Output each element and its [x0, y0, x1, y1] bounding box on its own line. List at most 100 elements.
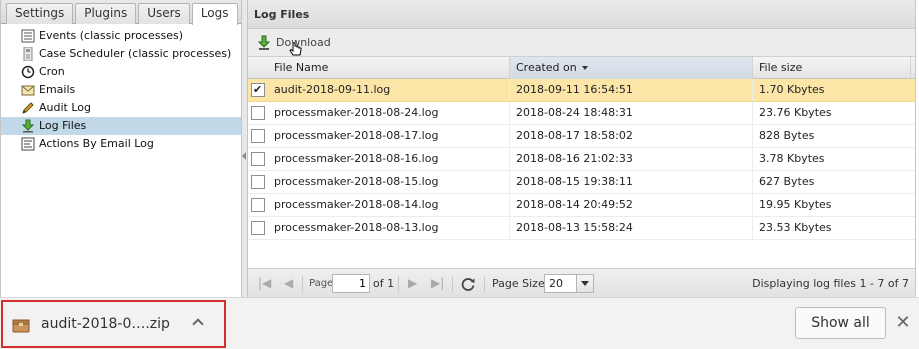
page-count-label: of 1: [373, 277, 395, 290]
row-checkbox[interactable]: [251, 106, 265, 120]
download-file-name: audit-2018-0….zip: [41, 316, 170, 332]
scheduler-icon: [23, 47, 33, 61]
created-on-cell: 2018-08-14 20:49:52: [510, 194, 753, 216]
grid-body: ✔ audit-2018-09-11.log 2018-09-11 16:54:…: [248, 79, 915, 240]
column-header-file-size[interactable]: File size: [753, 57, 911, 79]
close-icon[interactable]: ✕: [895, 311, 911, 335]
file-size-cell: 23.53 Kbytes: [759, 221, 832, 234]
created-on-cell: 2018-08-24 18:48:31: [510, 102, 753, 124]
tab-logs[interactable]: Logs: [191, 3, 238, 25]
file-size-cell: 19.95 Kbytes: [759, 198, 832, 211]
page-size-label: Page Size: [492, 277, 545, 290]
file-size-cell: 828 Bytes: [759, 129, 815, 142]
show-all-button[interactable]: Show all: [795, 307, 886, 339]
download-icon: [257, 35, 271, 50]
file-name-cell: processmaker-2018-08-15.log: [268, 171, 510, 193]
table-row[interactable]: processmaker-2018-08-14.log 2018-08-14 2…: [248, 194, 915, 217]
created-on-cell: 2018-08-15 19:38:11: [510, 171, 753, 193]
row-checkbox[interactable]: [251, 175, 265, 189]
download-shelf: audit-2018-0….zip Show all ✕: [0, 297, 919, 349]
tree-item-events[interactable]: Events (classic processes): [1, 27, 241, 45]
email-log-icon: [21, 137, 35, 151]
paging-toolbar: |◀ ◀ Page of 1 ▶ ▶| Page Size 20 Display…: [248, 268, 915, 297]
table-row[interactable]: processmaker-2018-08-17.log 2018-08-17 1…: [248, 125, 915, 148]
admin-tabbar: Settings Plugins Users Logs: [1, 0, 241, 25]
log-files-panel: Log Files Download File Name Created on …: [248, 0, 916, 297]
chevron-up-icon[interactable]: [192, 318, 204, 330]
created-on-cell: 2018-08-16 21:02:33: [510, 148, 753, 170]
refresh-icon[interactable]: [460, 276, 476, 292]
page-size-select[interactable]: 20: [544, 274, 594, 293]
events-list-icon: [21, 29, 35, 43]
file-name-cell: processmaker-2018-08-24.log: [268, 102, 510, 124]
grid-header: File Name Created on File size: [248, 57, 915, 79]
column-header-created-on[interactable]: Created on: [510, 57, 753, 79]
tab-users[interactable]: Users: [138, 3, 190, 24]
logs-tree: Events (classic processes) Case Schedule…: [1, 24, 241, 153]
file-name-cell: processmaker-2018-08-17.log: [268, 125, 510, 147]
last-page-icon[interactable]: ▶|: [431, 269, 444, 298]
download-icon: [21, 119, 35, 133]
zip-archive-icon: [12, 319, 30, 333]
file-name-cell: processmaker-2018-08-14.log: [268, 194, 510, 216]
admin-nav-panel: Settings Plugins Users Logs Events (classic…: [0, 0, 242, 297]
tree-item-actions-by-email-log[interactable]: Actions By Email Log: [1, 135, 241, 153]
file-name-cell: processmaker-2018-08-16.log: [268, 148, 510, 170]
separator: [302, 276, 303, 292]
page-size-value: 20: [549, 277, 563, 290]
tree-item-cron[interactable]: Cron: [1, 63, 241, 81]
clock-icon: [21, 65, 35, 79]
file-size-cell: 23.76 Kbytes: [759, 106, 832, 119]
tree-item-label: Audit Log: [39, 101, 91, 114]
sort-desc-icon: [581, 66, 588, 70]
file-name-cell: audit-2018-09-11.log: [268, 79, 510, 101]
separator: [484, 276, 485, 292]
grid-toolbar: Download: [248, 29, 915, 57]
tree-item-label: Log Files: [39, 119, 87, 132]
download-item[interactable]: audit-2018-0….zip: [1, 300, 226, 348]
file-name-cell: processmaker-2018-08-13.log: [268, 217, 510, 239]
column-header-file-name[interactable]: File Name: [268, 57, 510, 79]
collapse-arrow-icon[interactable]: [242, 152, 246, 160]
tree-item-label: Events (classic processes): [39, 29, 183, 42]
file-size-cell: 3.78 Kbytes: [759, 152, 825, 165]
created-on-cell: 2018-08-17 18:58:02: [510, 125, 753, 147]
envelope-icon: [21, 85, 35, 96]
page-number-input[interactable]: [332, 274, 370, 293]
table-row[interactable]: processmaker-2018-08-16.log 2018-08-16 2…: [248, 148, 915, 171]
chevron-down-icon[interactable]: [576, 275, 593, 292]
tree-item-label: Cron: [39, 65, 65, 78]
table-row[interactable]: processmaker-2018-08-24.log 2018-08-24 1…: [248, 102, 915, 125]
table-row[interactable]: processmaker-2018-08-13.log 2018-08-13 1…: [248, 217, 915, 240]
table-row[interactable]: ✔ audit-2018-09-11.log 2018-09-11 16:54:…: [248, 79, 915, 102]
checkmark-icon: ✔: [253, 83, 263, 96]
row-checkbox[interactable]: [251, 221, 265, 235]
created-on-cell: 2018-08-13 15:58:24: [510, 217, 753, 239]
tree-item-case-scheduler[interactable]: Case Scheduler (classic processes): [1, 45, 241, 63]
next-page-icon[interactable]: ▶: [408, 269, 417, 298]
separator: [452, 276, 453, 292]
tree-item-emails[interactable]: Emails: [1, 81, 241, 99]
separator: [398, 276, 399, 292]
file-size-cell: 627 Bytes: [759, 175, 815, 188]
tree-item-label: Case Scheduler (classic processes): [39, 47, 232, 60]
row-checkbox[interactable]: ✔: [251, 83, 265, 97]
row-checkbox[interactable]: [251, 152, 265, 166]
paging-status: Displaying log files 1 - 7 of 7: [752, 277, 909, 290]
tree-item-label: Emails: [39, 83, 76, 96]
table-row[interactable]: processmaker-2018-08-15.log 2018-08-15 1…: [248, 171, 915, 194]
tab-plugins[interactable]: Plugins: [75, 3, 137, 24]
tab-settings[interactable]: Settings: [6, 3, 74, 24]
row-checkbox[interactable]: [251, 129, 265, 143]
file-size-cell: 1.70 Kbytes: [759, 83, 825, 96]
tree-item-log-files[interactable]: Log Files: [1, 117, 241, 135]
created-on-cell: 2018-09-11 16:54:51: [510, 79, 753, 101]
first-page-icon[interactable]: |◀: [258, 269, 271, 298]
panel-title: Log Files: [248, 0, 915, 29]
tree-item-audit-log[interactable]: Audit Log: [1, 99, 241, 117]
row-checkbox[interactable]: [251, 198, 265, 212]
tree-item-label: Actions By Email Log: [39, 137, 154, 150]
prev-page-icon[interactable]: ◀: [284, 269, 293, 298]
pencil-icon: [22, 102, 34, 114]
page-label: Page: [309, 278, 334, 289]
